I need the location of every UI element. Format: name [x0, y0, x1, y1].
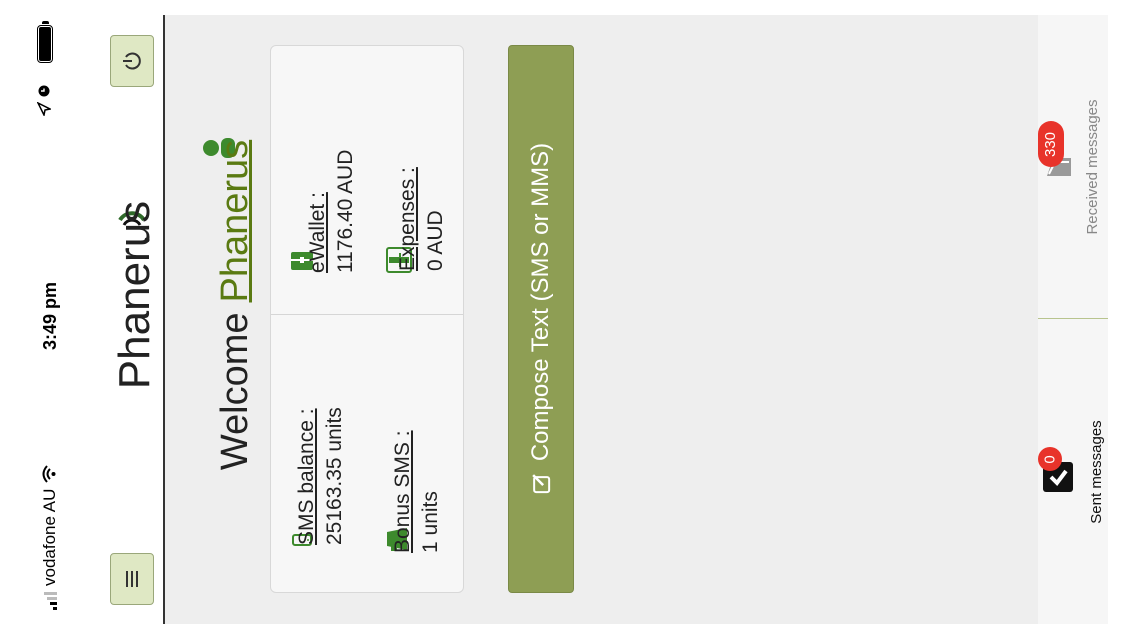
wifi-icon: [40, 464, 61, 483]
ewallet-stat: eWallet : 1176.40 AUD: [306, 103, 366, 273]
bonus-sms-value: 1 units: [419, 491, 442, 553]
sent-badge: 0: [1038, 447, 1062, 471]
expenses-value: 0 AUD: [424, 210, 447, 271]
battery-icon: [33, 19, 57, 65]
tab-bar: 330 Received messages 0 Sent messages: [1038, 15, 1108, 624]
hamburger-icon: [126, 571, 138, 587]
sms-balance-value: 25163.35 units: [323, 407, 346, 545]
ewallet-label[interactable]: eWallet :: [306, 103, 330, 273]
sent-messages-label: Sent messages: [1088, 420, 1105, 524]
welcome-text: Welcome: [213, 312, 256, 471]
app-logo: Phanerus: [110, 200, 159, 390]
carrier-group: vodafone AU: [30, 464, 70, 610]
location-icon: [35, 101, 54, 118]
main-content: Welcome Phanerus SMS balance : 25163.35 …: [165, 15, 1038, 624]
power-icon: [123, 52, 141, 70]
app-header: Phanerus: [100, 15, 165, 624]
menu-button[interactable]: [110, 553, 154, 605]
sms-balance-stat: SMS balance : 25163.35 units: [295, 315, 355, 545]
expenses-label[interactable]: Expenses :: [396, 121, 420, 271]
compose-label: Compose Text (SMS or MMS): [527, 142, 555, 462]
bonus-sms-stat: Bonus SMS : 1 units: [391, 363, 451, 553]
account-summary-card: SMS balance : 25163.35 units Bonus SMS :…: [270, 45, 464, 593]
tab-received-messages[interactable]: 330 Received messages: [1038, 15, 1108, 318]
ewallet-value: 1176.40 AUD: [334, 149, 357, 273]
alarm-icon: [37, 84, 54, 98]
received-badge: 330: [1038, 121, 1064, 167]
compose-icon: [532, 474, 551, 494]
user-name-link[interactable]: Phanerus: [214, 140, 257, 303]
signal-icon: [43, 592, 57, 610]
received-messages-label: Received messages: [1084, 99, 1101, 235]
sms-balance-label[interactable]: SMS balance :: [295, 315, 319, 545]
bonus-sms-label[interactable]: Bonus SMS :: [391, 363, 415, 553]
tab-sent-messages[interactable]: 0 Sent messages: [1038, 319, 1108, 624]
clock: 3:49 pm: [39, 281, 60, 351]
status-bar: vodafone AU 3:49 pm: [0, 0, 100, 639]
welcome-heading: Welcome Phanerus: [205, 140, 265, 470]
carrier-name: vodafone AU: [40, 488, 59, 586]
power-button[interactable]: [110, 35, 154, 87]
expenses-stat: Expenses : 0 AUD: [396, 121, 456, 271]
compose-button[interactable]: Compose Text (SMS or MMS): [508, 45, 574, 593]
phone-screen: vodafone AU 3:49 pm Phanerus Welcome Pha…: [0, 0, 1136, 639]
status-icons: [25, 77, 65, 123]
